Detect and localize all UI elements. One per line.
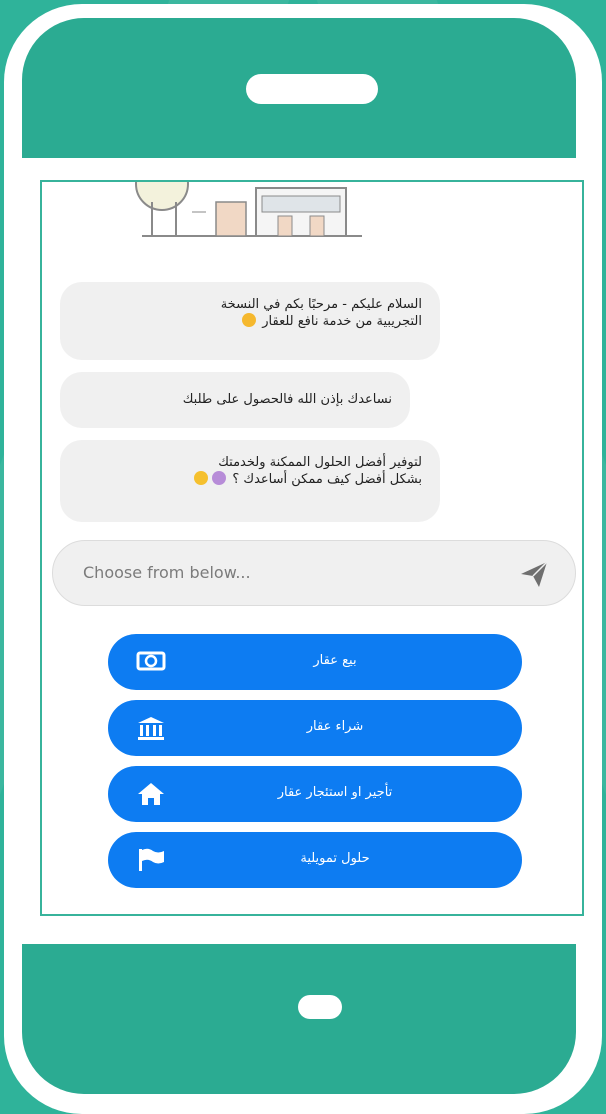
choice-label: تأجير او استئجار عقار xyxy=(277,785,393,800)
flag-icon xyxy=(139,848,164,871)
chat-message: لتوفير أفضل الحلول الممكنة ولخدمتك بشكل … xyxy=(60,440,440,522)
home-button xyxy=(298,995,342,1019)
send-icon[interactable] xyxy=(519,559,549,589)
rent-property-button[interactable]: تأجير او استئجار عقار xyxy=(108,766,522,822)
chat-screen: السلام عليكم - مرحبًا بكم في النسخة التج… xyxy=(40,180,584,916)
choice-label: بيع عقار xyxy=(313,653,357,668)
bank-icon xyxy=(138,717,164,740)
phone-bottom-bezel xyxy=(22,944,576,1094)
chat-message: نساعدك بإذن الله فالحصول على طلبك xyxy=(60,372,410,428)
chat-message: السلام عليكم - مرحبًا بكم في النسخة التج… xyxy=(60,282,440,360)
message-input-placeholder: Choose from below... xyxy=(83,563,251,582)
speaker-grille xyxy=(246,74,378,104)
choice-label: شراء عقار xyxy=(306,719,364,734)
message-input[interactable]: Choose from below... xyxy=(52,540,576,606)
person-emoji-icon xyxy=(212,471,227,485)
chat-message-line: لتوفير أفضل الحلول الممكنة ولخدمتك xyxy=(218,455,422,470)
chat-message-line: نساعدك بإذن الله فالحصول على طلبك xyxy=(182,392,392,407)
chat-message-line: السلام عليكم - مرحبًا بكم في النسخة xyxy=(220,297,422,312)
chat-message-line: بشكل أفضل كيف ممكن أساعدك ؟ xyxy=(232,472,422,487)
chat-message-line-wrap: بشكل أفضل كيف ممكن أساعدك ؟ xyxy=(78,471,422,488)
money-icon xyxy=(136,651,166,671)
buy-property-button[interactable]: شراء عقار xyxy=(108,700,522,756)
home-icon xyxy=(138,783,164,805)
clapping-emoji-icon xyxy=(242,313,257,327)
choice-label: حلول تمويلية xyxy=(300,851,370,866)
house-illustration xyxy=(135,182,362,237)
chat-message-line: التجريبية من خدمة نافع للعقار xyxy=(262,314,422,329)
chat-message-line-wrap: التجريبية من خدمة نافع للعقار xyxy=(78,313,422,330)
financing-solutions-button[interactable]: حلول تمويلية xyxy=(108,832,522,888)
sell-property-button[interactable]: بيع عقار xyxy=(108,634,522,690)
pointing-hand-emoji-icon xyxy=(194,471,209,485)
